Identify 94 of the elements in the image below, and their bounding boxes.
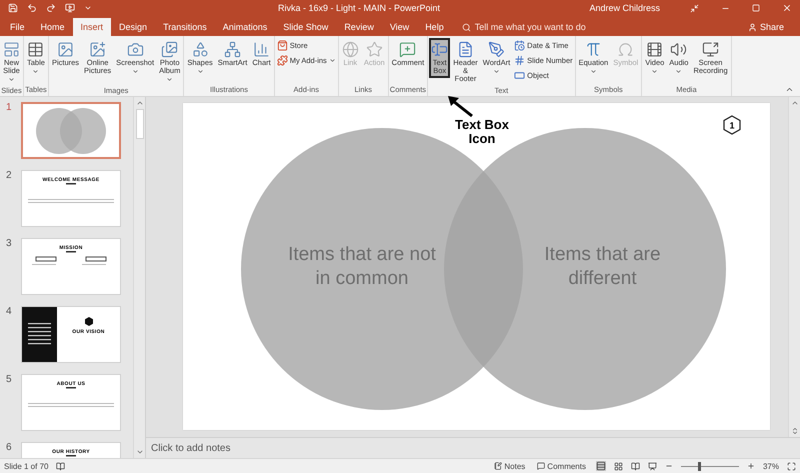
- ribbon-tab[interactable]: File: [2, 18, 33, 36]
- screen-share-icon: [702, 41, 720, 58]
- caret-icon: [196, 68, 204, 75]
- slider-thumb[interactable]: [698, 462, 702, 470]
- text-box-icon: [431, 41, 448, 58]
- circle-label: Items that are not in common: [287, 243, 437, 291]
- circle-label: Items that are different: [543, 243, 662, 291]
- comment-plus-icon: [399, 41, 416, 58]
- comments-button[interactable]: Comments: [535, 462, 588, 470]
- slide-number: 1: [722, 115, 740, 135]
- caret-icon: [32, 68, 40, 75]
- ribbon-tab[interactable]: Transitions: [155, 18, 215, 36]
- search-icon: [462, 22, 471, 32]
- bar-chart-icon: [253, 41, 270, 58]
- scrollbar[interactable]: [133, 97, 145, 458]
- page-arrows-icon[interactable]: [790, 427, 798, 435]
- caret-icon: [651, 68, 658, 75]
- speaker-icon: [670, 41, 688, 58]
- pi-icon: [584, 41, 602, 58]
- table-icon: [27, 41, 44, 58]
- person-icon: [748, 22, 757, 32]
- share-button[interactable]: Share: [742, 18, 790, 36]
- caret-icon: [132, 68, 139, 75]
- ribbon-tab[interactable]: Slide Show: [275, 18, 336, 36]
- hash-icon: [514, 55, 526, 66]
- annotation-text: Text Box Icon: [454, 118, 510, 146]
- caret-icon: [166, 76, 174, 83]
- comment-icon: [537, 462, 546, 470]
- reading-view-icon[interactable]: [630, 462, 640, 470]
- slide-number: 2: [6, 170, 13, 183]
- ribbon-tab[interactable]: Design: [111, 18, 156, 36]
- redo-icon[interactable]: [46, 3, 56, 13]
- caret-icon: [590, 68, 597, 75]
- fit-slide-icon[interactable]: [787, 462, 796, 470]
- caret-icon: [8, 76, 15, 83]
- zoom-in-icon[interactable]: [746, 462, 755, 470]
- picture-plus-icon: [89, 41, 106, 58]
- notes-button[interactable]: Notes: [492, 462, 528, 470]
- caret-icon: [328, 57, 336, 64]
- save-icon[interactable]: [8, 3, 18, 13]
- ribbon-tab[interactable]: Insert: [72, 18, 112, 36]
- globe-icon: [342, 41, 359, 58]
- close-icon[interactable]: [782, 3, 792, 13]
- dark-panel-drawing: [22, 307, 57, 362]
- slide-number: 1: [6, 102, 13, 115]
- film-icon: [646, 41, 664, 58]
- collapse-ribbon-icon[interactable]: [785, 85, 794, 94]
- scroll-up-icon[interactable]: [790, 99, 798, 107]
- zoom-percent[interactable]: 37%: [762, 462, 779, 470]
- slideshow-icon[interactable]: [65, 3, 75, 13]
- ribbon-tab[interactable]: View: [382, 18, 418, 36]
- slide-number: 3: [6, 238, 13, 251]
- notes-icon: [494, 462, 502, 470]
- pen-icon: [488, 41, 505, 58]
- document-icon: [456, 41, 474, 58]
- undo-icon[interactable]: [27, 3, 37, 13]
- ribbon-tab[interactable]: Help: [417, 18, 452, 36]
- window-title: Rivka - 16x9 - Light - MAIN - PowerPoint: [278, 3, 442, 13]
- slide-thumbnail[interactable]: [21, 102, 121, 159]
- ribbon-tab[interactable]: Review: [336, 18, 382, 36]
- maximize-icon[interactable]: [752, 4, 760, 12]
- tell-me-field[interactable]: Tell me what you want to do: [474, 22, 586, 32]
- hexagon-icon: [84, 317, 92, 326]
- ribbon-tab[interactable]: Home: [32, 18, 73, 36]
- picture-icon: [56, 41, 74, 58]
- slide-number: 5: [6, 374, 13, 387]
- shopping-bag-icon: [276, 40, 288, 51]
- pointer-arrow: [448, 96, 474, 118]
- normal-view-icon[interactable]: [596, 461, 606, 471]
- ribbon-display-icon[interactable]: [690, 4, 699, 12]
- caret-icon: [675, 68, 682, 75]
- rectangle-icon: [514, 70, 526, 81]
- scrollbar[interactable]: [788, 97, 800, 437]
- slide-number: 4: [6, 306, 13, 319]
- scroll-up-icon[interactable]: [136, 99, 144, 107]
- diagram-icon: [224, 41, 242, 58]
- shapes-icon: [192, 41, 209, 58]
- photos-icon: [161, 41, 178, 58]
- slide-sorter-icon[interactable]: [614, 462, 623, 470]
- scroll-down-icon[interactable]: [136, 448, 144, 456]
- camera-icon: [126, 41, 144, 58]
- star-icon: [366, 41, 383, 58]
- scroll-thumb[interactable]: [136, 109, 144, 139]
- slide-counter: Slide 1 of 70: [4, 462, 48, 470]
- customize-caret-icon[interactable]: [84, 4, 92, 12]
- omega-icon: [617, 41, 634, 58]
- caret-icon: [492, 68, 500, 75]
- slideshow-icon[interactable]: [648, 462, 657, 470]
- calendar-clock-icon: [514, 40, 526, 51]
- slide-layout-icon: [3, 41, 20, 58]
- user-name[interactable]: Andrew Childress: [589, 3, 660, 13]
- slide-number: 6: [6, 442, 13, 455]
- puzzle-icon: [276, 55, 288, 66]
- ribbon-tab[interactable]: Animations: [214, 18, 276, 36]
